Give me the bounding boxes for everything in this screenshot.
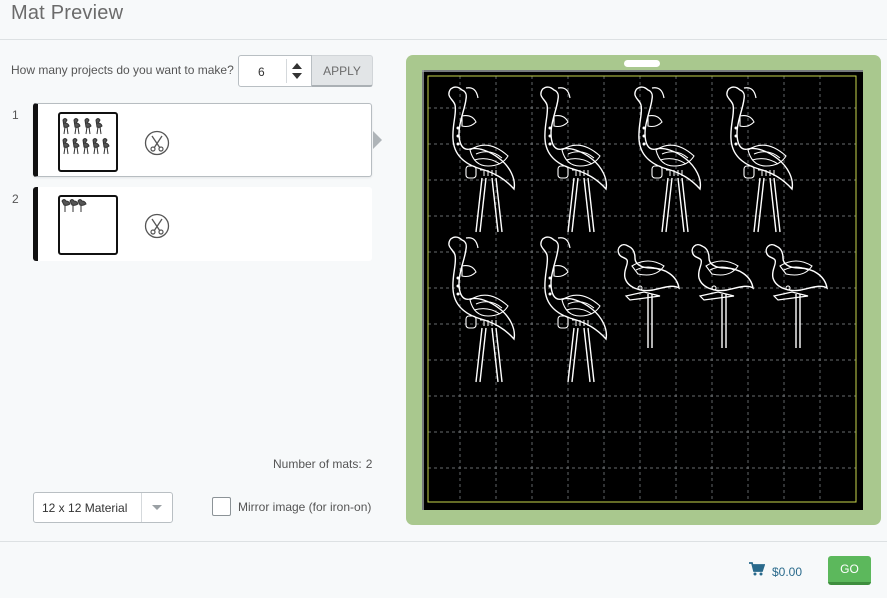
chevron-down-icon xyxy=(152,505,162,510)
header-divider xyxy=(0,39,887,40)
cutting-mat-preview xyxy=(406,55,881,525)
footer-divider xyxy=(0,541,887,542)
mat-number: 1 xyxy=(12,108,19,122)
mat-thumbnail xyxy=(58,195,118,255)
mat-number: 2 xyxy=(12,192,19,206)
selected-mat-arrow-icon xyxy=(373,131,382,149)
cart-price[interactable]: $0.00 xyxy=(772,565,802,579)
cart-icon[interactable] xyxy=(749,562,765,576)
mirror-image-checkbox[interactable] xyxy=(212,497,231,516)
projects-count-label: How many projects do you want to make? xyxy=(11,63,234,77)
projects-count-value: 6 xyxy=(258,65,265,79)
apply-button[interactable]: APPLY xyxy=(312,55,373,87)
mat-card-2[interactable] xyxy=(33,187,372,261)
material-dropdown-toggle[interactable] xyxy=(141,493,172,522)
mat-canvas[interactable] xyxy=(422,70,863,510)
stepper-up-icon[interactable] xyxy=(292,63,302,69)
page-title: Mat Preview xyxy=(11,2,124,24)
cut-scissors-icon xyxy=(144,213,170,239)
mat-thumbnail xyxy=(58,112,118,172)
material-size-select[interactable]: 12 x 12 Material xyxy=(33,492,173,523)
stepper-down-icon[interactable] xyxy=(292,73,302,79)
material-size-value: 12 x 12 Material xyxy=(42,501,128,515)
mat-hang-tab xyxy=(624,60,660,67)
projects-count-input[interactable]: 6 xyxy=(238,55,312,87)
go-button[interactable]: GO xyxy=(828,556,871,585)
mat-card-1[interactable] xyxy=(33,103,372,177)
cut-scissors-icon xyxy=(144,130,170,156)
mirror-image-label[interactable]: Mirror image (for iron-on) xyxy=(238,500,371,514)
number-of-mats: Number of mats: 2 xyxy=(273,457,372,471)
number-of-mats-label: Number of mats: xyxy=(273,457,362,471)
projects-count-stepper[interactable] xyxy=(286,59,306,83)
number-of-mats-value: 2 xyxy=(365,457,373,471)
